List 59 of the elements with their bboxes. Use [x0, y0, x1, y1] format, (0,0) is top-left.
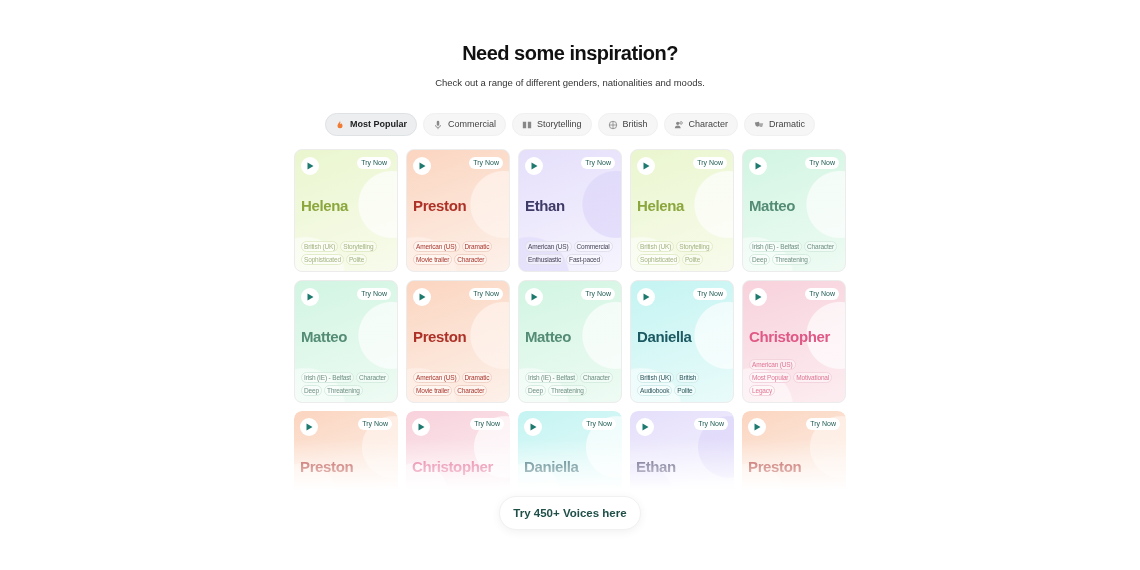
play-button[interactable]: [749, 288, 767, 307]
voice-name: Matteo: [749, 196, 797, 217]
voice-name: Daniella: [524, 457, 580, 478]
play-icon: [641, 423, 649, 432]
play-icon: [306, 162, 314, 171]
people-icon: [673, 119, 684, 130]
play-button[interactable]: [413, 288, 431, 307]
voice-name: Matteo: [301, 327, 349, 348]
play-icon: [754, 162, 762, 171]
play-icon: [530, 293, 538, 302]
play-button[interactable]: [525, 288, 543, 307]
subheading: Check out a range of different genders, nationalities and moods.: [435, 76, 705, 90]
play-icon: [305, 423, 313, 432]
voice-name: Preston: [748, 457, 803, 478]
play-button[interactable]: [637, 157, 655, 176]
play-icon: [642, 162, 650, 171]
filter-tab[interactable]: Commercial: [422, 113, 506, 137]
voice-name: Preston: [413, 327, 468, 348]
voice-name: Ethan: [636, 457, 677, 478]
play-button[interactable]: [749, 157, 767, 176]
play-button[interactable]: [636, 418, 654, 437]
globe-icon: [607, 119, 618, 130]
microphone-icon: [432, 119, 443, 130]
voice-name: Preston: [413, 196, 468, 217]
filter-tab[interactable]: Character: [663, 113, 739, 137]
play-button[interactable]: [525, 157, 543, 176]
play-icon: [529, 423, 537, 432]
filter-tab[interactable]: Dramatic: [744, 113, 816, 137]
play-icon: [642, 293, 650, 302]
voice-name: Christopher: [749, 327, 831, 348]
play-icon: [530, 162, 538, 171]
book-icon: [521, 119, 532, 130]
heading: Need some inspiration?: [462, 41, 678, 66]
voice-name: Ethan: [525, 196, 566, 217]
play-button[interactable]: [412, 418, 430, 437]
voice-name: Helena: [637, 196, 686, 217]
play-button[interactable]: [301, 157, 319, 176]
play-button[interactable]: [637, 288, 655, 307]
voice-name: Helena: [301, 196, 350, 217]
play-icon: [753, 423, 761, 432]
play-icon: [417, 423, 425, 432]
voice-name: Preston: [300, 457, 355, 478]
voice-name: Christopher: [412, 457, 494, 478]
play-button[interactable]: [301, 288, 319, 307]
play-icon: [306, 293, 314, 302]
try-voices-button[interactable]: Try 450+ Voices here: [499, 496, 641, 531]
play-icon: [418, 293, 426, 302]
play-button[interactable]: [413, 157, 431, 176]
play-button[interactable]: [748, 418, 766, 437]
play-icon: [754, 293, 762, 302]
filter-tab[interactable]: Most Popular: [324, 113, 417, 137]
voice-name: Matteo: [525, 327, 573, 348]
play-icon: [418, 162, 426, 171]
filter-tab[interactable]: Storytelling: [511, 113, 592, 137]
masks-icon: [754, 119, 765, 130]
play-button[interactable]: [300, 418, 318, 437]
voice-name: Daniella: [637, 327, 693, 348]
filter-tab[interactable]: British: [597, 113, 658, 137]
play-button[interactable]: [524, 418, 542, 437]
